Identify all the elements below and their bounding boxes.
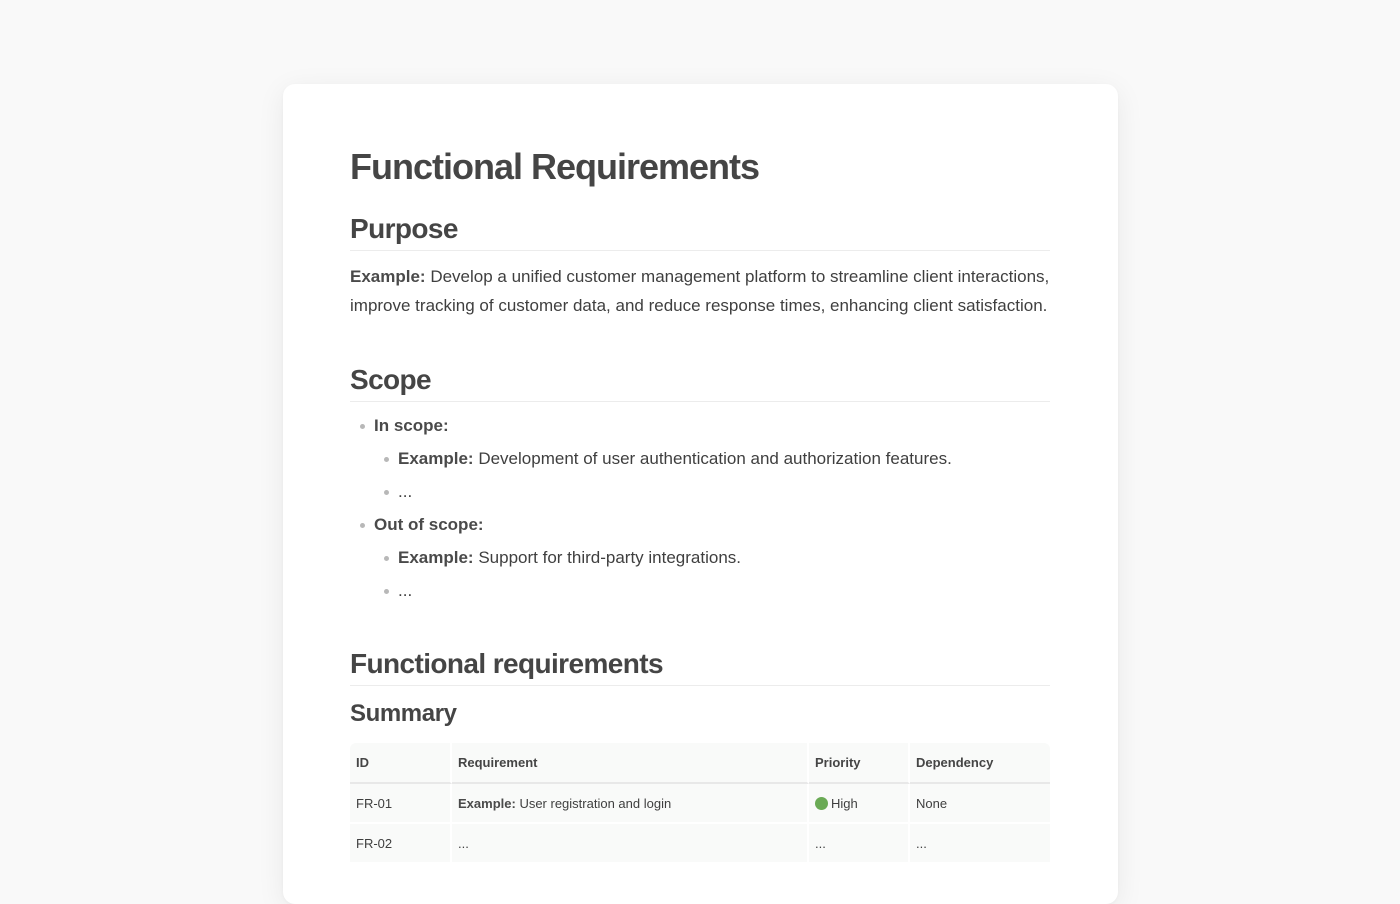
cell-priority[interactable]: ... <box>809 824 910 864</box>
document-card: Functional Requirements Purpose Example:… <box>283 84 1118 904</box>
document-content: Functional Requirements Purpose Example:… <box>350 144 1050 864</box>
bullet-icon <box>384 589 389 594</box>
purpose-text: Develop a unified customer management pl… <box>350 267 1050 315</box>
list-item-text: ... <box>398 482 413 501</box>
out-of-scope-label: Out of scope: <box>374 515 484 534</box>
cell-id[interactable]: FR-01 <box>350 784 452 824</box>
priority-dot-icon <box>815 796 828 810</box>
column-header-requirement[interactable]: Requirement <box>452 743 809 784</box>
example-label: Example: <box>398 548 474 567</box>
list-item: ... <box>374 579 1050 603</box>
cell-requirement[interactable]: Example: User registration and login <box>452 784 809 824</box>
list-item: ... <box>374 480 1050 504</box>
in-scope-sublist: Example: Development of user authenticat… <box>374 447 1050 504</box>
purpose-heading: Purpose <box>350 211 1050 251</box>
purpose-example-label: Example: <box>350 267 426 286</box>
example-label: Example: <box>458 795 516 811</box>
in-scope-label: In scope: <box>374 416 449 435</box>
list-item-text: Support for third-party integrations. <box>478 548 742 567</box>
example-label: Example: <box>398 449 474 468</box>
cell-dependency[interactable]: ... <box>910 824 1050 864</box>
functional-requirements-heading: Functional requirements <box>350 646 1050 686</box>
list-item: Example: Development of user authenticat… <box>374 447 1050 471</box>
table-header-row: ID Requirement Priority Dependency <box>350 743 1050 784</box>
cell-dependency[interactable]: None <box>910 784 1050 824</box>
cell-requirement[interactable]: ... <box>452 824 809 864</box>
list-item: Example: Support for third-party integra… <box>374 546 1050 570</box>
column-header-priority[interactable]: Priority <box>809 743 910 784</box>
column-header-id[interactable]: ID <box>350 743 452 784</box>
list-item-text: Development of user authentication and a… <box>478 449 952 468</box>
bullet-icon <box>360 523 365 528</box>
bullet-icon <box>384 490 389 495</box>
requirement-text: User registration and login <box>519 795 672 811</box>
column-header-dependency[interactable]: Dependency <box>910 743 1050 784</box>
summary-heading: Summary <box>350 700 457 727</box>
scope-heading: Scope <box>350 362 1050 402</box>
cell-priority[interactable]: High <box>809 784 910 824</box>
purpose-paragraph: Example: Develop a unified customer mana… <box>350 262 1050 320</box>
page-title: Functional Requirements <box>350 146 760 187</box>
bullet-icon <box>384 457 389 462</box>
bullet-icon <box>384 556 389 561</box>
out-of-scope-item: Out of scope: Example: Support for third… <box>350 513 1050 603</box>
table-row: FR-02 ... ... ... <box>350 824 1050 864</box>
out-of-scope-sublist: Example: Support for third-party integra… <box>374 546 1050 603</box>
cell-id[interactable]: FR-02 <box>350 824 452 864</box>
requirements-table: ID Requirement Priority Dependency FR-01… <box>350 743 1050 864</box>
priority-text: High <box>831 795 858 811</box>
bullet-icon <box>360 424 365 429</box>
in-scope-item: In scope: Example: Development of user a… <box>350 414 1050 504</box>
table-row: FR-01 Example: User registration and log… <box>350 784 1050 824</box>
scope-list: In scope: Example: Development of user a… <box>350 414 1050 603</box>
list-item-text: ... <box>398 581 413 600</box>
